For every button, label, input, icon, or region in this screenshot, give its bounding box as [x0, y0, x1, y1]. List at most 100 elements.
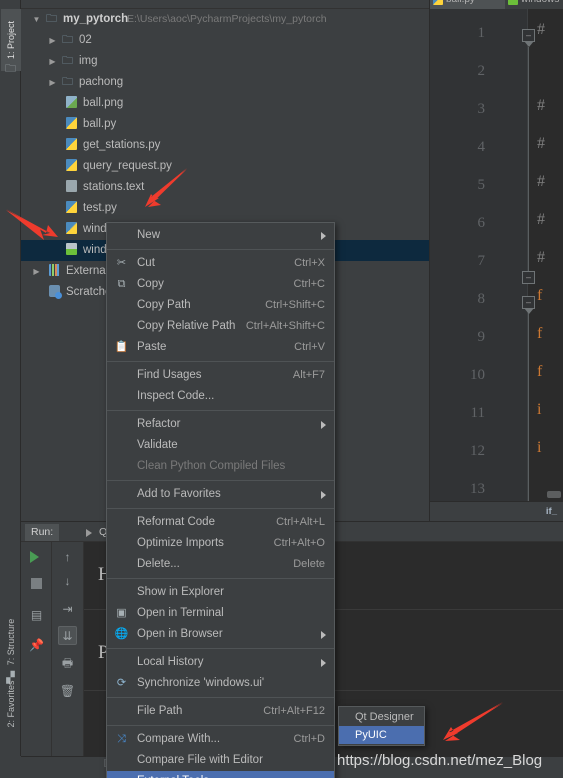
menu-item-inspect-code[interactable]: Inspect Code... — [107, 386, 334, 407]
menu-item-shortcut: Ctrl+Alt+F12 — [263, 705, 325, 717]
menu-item-label: Optimize Imports — [137, 537, 224, 549]
menu-item-paste[interactable]: 📋 Paste Ctrl+V — [107, 337, 334, 358]
menu-item-shortcut: Ctrl+Shift+C — [265, 299, 325, 311]
chevron-right-icon[interactable]: ▶ — [47, 51, 58, 72]
menu-separator — [107, 578, 334, 579]
text-file-icon — [64, 177, 79, 198]
menu-separator — [107, 508, 334, 509]
menu-item-local-history[interactable]: Local History — [107, 652, 334, 673]
menu-item-cut[interactable]: ✂ Cut Ctrl+X — [107, 253, 334, 274]
python-file-icon — [64, 135, 79, 156]
editor-area: ball.py windows 1 2 3 4 5 6 7 8 9 10 11 … — [430, 0, 563, 521]
tree-row[interactable]: get_stations.py — [21, 135, 429, 156]
sidebar-tab-project[interactable]: 1: Project — [1, 9, 21, 71]
editor-scrollbar-thumb[interactable] — [547, 491, 561, 498]
line-number: 4 — [477, 139, 486, 155]
scroll-to-end-button[interactable]: ⇊ — [58, 626, 77, 645]
menu-item-delete[interactable]: Delete... Delete — [107, 554, 334, 575]
editor-tab-bar: ball.py windows — [430, 0, 563, 9]
stop-button[interactable] — [27, 574, 46, 593]
print-button[interactable]: 🖶 — [58, 654, 77, 673]
clear-all-button[interactable]: 🗑 — [58, 682, 77, 701]
tree-row[interactable]: query_request.py — [21, 156, 429, 177]
python-file-icon — [64, 198, 79, 219]
menu-item-compare-with[interactable]: ⤨ Compare With... Ctrl+D — [107, 729, 334, 750]
chevron-down-icon[interactable]: ▼ — [31, 9, 42, 30]
line-number: 3 — [477, 101, 486, 117]
tree-item-label: ball.png — [83, 97, 124, 109]
tree-row[interactable]: ball.png — [21, 93, 429, 114]
tree-row[interactable]: stations.text — [21, 177, 429, 198]
menu-item-external-tools[interactable]: External Tools — [107, 771, 334, 778]
up-button[interactable]: ↑ — [58, 548, 77, 567]
sidebar-tab-favorites-label: 2: Favorites — [6, 680, 16, 728]
menu-item-label: Copy Relative Path — [137, 320, 236, 332]
editor-breadcrumb[interactable]: if_ — [430, 501, 563, 521]
layout-button[interactable]: ▤ — [27, 606, 46, 625]
menu-item-optimize-imports[interactable]: Optimize Imports Ctrl+Alt+O — [107, 533, 334, 554]
sidebar-tab-favorites[interactable]: 2: Favorites — [1, 673, 21, 735]
tree-row-root[interactable]: ▼ 🗀 my_pytorch E:\Users\aoc\PycharmProje… — [21, 9, 429, 30]
editor-tab-windows[interactable]: windows — [505, 0, 563, 9]
menu-item-copy-relative-path[interactable]: Copy Relative Path Ctrl+Alt+Shift+C — [107, 316, 334, 337]
menu-item-reformat-code[interactable]: Reformat Code Ctrl+Alt+L — [107, 512, 334, 533]
tree-row[interactable]: ▶ 🗀 02 — [21, 30, 429, 51]
chevron-right-icon[interactable]: ▶ — [47, 72, 58, 93]
menu-item-clean-python-compiled-files: Clean Python Compiled Files — [107, 456, 334, 477]
menu-item-new[interactable]: New — [107, 225, 334, 246]
menu-item-file-path[interactable]: File Path Ctrl+Alt+F12 — [107, 701, 334, 722]
menu-item-label: Open in Browser — [137, 628, 223, 640]
chevron-right-icon[interactable]: ▶ — [31, 261, 42, 282]
sidebar-tab-structure[interactable]: 7: Structure — [1, 611, 21, 673]
menu-item-shortcut: Ctrl+V — [294, 341, 325, 353]
scissors-icon: ✂ — [116, 257, 127, 269]
editor-code[interactable]: # # # # # # f f f i i — [536, 9, 563, 501]
external-tools-submenu[interactable]: Qt Designer PyUIC — [338, 706, 425, 746]
tree-item-label: query_request.py — [83, 160, 172, 172]
menu-item-label: Copy Path — [137, 299, 191, 311]
menu-item-add-to-favorites[interactable]: Add to Favorites — [107, 484, 334, 505]
compare-icon: ⤨ — [117, 733, 126, 745]
menu-item-copy[interactable]: ⧉ Copy Ctrl+C — [107, 274, 334, 295]
chevron-right-icon[interactable]: ▶ — [47, 30, 58, 51]
run-tab-label[interactable]: Run: — [25, 524, 60, 541]
menu-item-label: Validate — [137, 439, 178, 451]
pin-button[interactable]: 📌 — [27, 636, 46, 655]
fold-collapse-icon[interactable]: – — [522, 271, 535, 284]
submenu-item-pyuic[interactable]: PyUIC — [339, 726, 424, 744]
submenu-item-qt-designer[interactable]: Qt Designer — [339, 708, 424, 726]
soft-wrap-button[interactable]: ⇥ — [58, 600, 77, 619]
menu-item-validate[interactable]: Validate — [107, 435, 334, 456]
chevron-right-icon — [321, 491, 326, 499]
run-toolbar-primary: ▤ 📌 — [21, 542, 52, 757]
down-button[interactable]: ↓ — [58, 572, 77, 591]
code-line: i — [537, 401, 542, 418]
menu-item-label: Copy — [137, 278, 164, 290]
tree-row[interactable]: test.py — [21, 198, 429, 219]
menu-item-synchronize[interactable]: ⟳ Synchronize 'windows.ui' — [107, 673, 334, 694]
editor-gutter[interactable]: 1 2 3 4 5 6 7 8 9 10 11 12 13 — [430, 9, 528, 501]
menu-item-open-in-browser[interactable]: 🌐 Open in Browser — [107, 624, 334, 645]
menu-item-copy-path[interactable]: Copy Path Ctrl+Shift+C — [107, 295, 334, 316]
scratches-icon — [47, 282, 62, 303]
menu-item-open-in-terminal[interactable]: ▣ Open in Terminal — [107, 603, 334, 624]
context-menu[interactable]: New ✂ Cut Ctrl+X ⧉ Copy Ctrl+C Copy Path… — [106, 222, 335, 778]
line-number: 11 — [470, 405, 485, 421]
fold-collapse-icon[interactable]: – — [522, 296, 535, 314]
menu-item-compare-file-with-editor[interactable]: Compare File with Editor — [107, 750, 334, 771]
refresh-icon: ⟳ — [116, 677, 127, 689]
fold-collapse-icon[interactable]: – — [522, 29, 535, 47]
menu-item-refactor[interactable]: Refactor — [107, 414, 334, 435]
editor-fold-column[interactable]: – – – — [522, 9, 536, 501]
tree-row[interactable]: ▶ 🗀 pachong — [21, 72, 429, 93]
tree-row[interactable]: ▶ 🗀 img — [21, 51, 429, 72]
menu-item-find-usages[interactable]: Find Usages Alt+F7 — [107, 365, 334, 386]
menu-item-label: Show in Explorer — [137, 586, 224, 598]
code-line: # — [537, 21, 545, 38]
rerun-button[interactable] — [27, 548, 46, 567]
tree-row[interactable]: ball.py — [21, 114, 429, 135]
tree-root-path: E:\Users\aoc\PycharmProjects\my_pytorch — [127, 13, 327, 25]
menu-separator — [107, 410, 334, 411]
menu-item-show-in-explorer[interactable]: Show in Explorer — [107, 582, 334, 603]
editor-tab-ball-py[interactable]: ball.py — [430, 0, 505, 9]
